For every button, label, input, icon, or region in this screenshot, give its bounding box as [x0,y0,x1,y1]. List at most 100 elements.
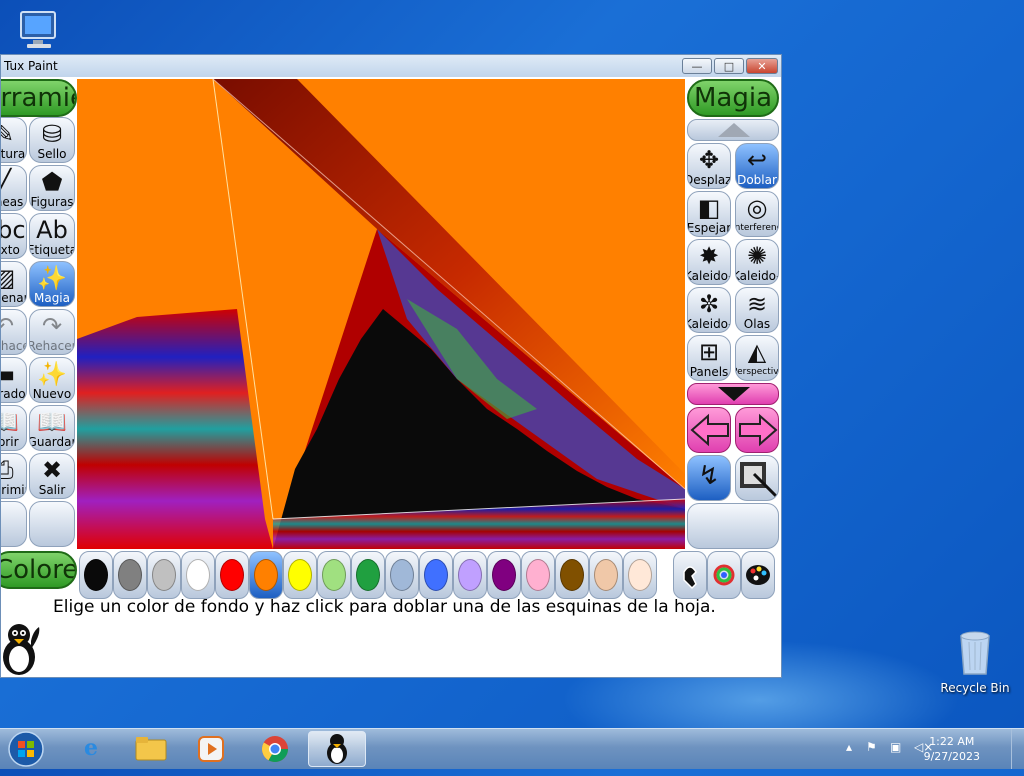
color-swatch[interactable] [589,551,623,599]
color-swatch[interactable] [317,551,351,599]
tux-paint-window: Tux Paint — □ ✕ Herramientas ✎Pintura⛁Se… [0,54,782,678]
magic-mirror-button[interactable]: ◧ Espejar [687,191,731,237]
color-swatch[interactable] [555,551,589,599]
waves-icon: ≋ [746,290,768,318]
color-dot [220,559,244,591]
taskbar-file-explorer[interactable] [122,731,180,767]
paint-palette-icon [746,565,770,585]
show-desktop-button[interactable] [1011,729,1024,769]
next-page-button[interactable] [735,407,779,453]
color-dot [84,559,108,591]
tux-penguin-icon [3,624,40,675]
color-wheel-swatch[interactable] [707,551,741,599]
color-dot [492,559,516,591]
tool-open-button[interactable]: 📖Abrir [1,405,27,451]
tool-shapes-button[interactable]: ⬟ Figuras [29,165,75,211]
tool-print-button[interactable]: ⎙Imprimir [1,453,27,499]
color-swatch[interactable] [147,551,181,599]
tool-redo-button[interactable]: ↷ Rehacer [29,309,75,355]
brush-stroke-icon: ↯ [698,461,720,491]
tool-label: Imprimir [1,483,26,497]
show-hidden-icons-button[interactable]: ▴ [846,740,852,754]
magic-kaleido-4-button[interactable]: ✸Kaleido-4 [687,239,731,285]
color-swatch[interactable] [351,551,385,599]
taskbar-clock[interactable]: 1:22 AM 9/27/2023 [924,734,980,764]
tool-magic-wand-button[interactable]: ✨ Magia [29,261,75,307]
magic-kaleido-6-button[interactable]: ✺Kaleido-6 [735,239,779,285]
fold-icon: ↩ [746,146,768,174]
previous-page-button[interactable] [687,407,731,453]
magic-perspective-button[interactable]: ◭Perspectiva [735,335,779,381]
magic-label: Espejar [687,221,731,235]
tool-quit-button[interactable]: ✖ Salir [29,453,75,499]
color-swatch[interactable] [113,551,147,599]
tools-empty-slot [29,501,75,547]
close-button[interactable]: ✕ [746,58,778,74]
maximize-button[interactable]: □ [714,58,744,74]
tool-label-button[interactable]: Ab Etiqueta [29,213,75,259]
computer-desktop-icon[interactable] [14,8,64,55]
color-swatch[interactable] [487,551,521,599]
tool-new-button[interactable]: ✨ Nuevo [29,357,75,403]
color-swatch[interactable] [453,551,487,599]
taskbar-internet-explorer[interactable]: e [62,731,120,767]
minimize-button[interactable]: — [682,58,712,74]
color-swatch[interactable] [215,551,249,599]
color-picker-swatch[interactable] [673,551,707,599]
tool-lines-button[interactable]: ╱Líneas [1,165,27,211]
tool-text-button[interactable]: abcTexto [1,213,27,259]
magic-interference-button[interactable]: ◎Interferencias [735,191,779,237]
tool-stamp-button[interactable]: ⛁ Sello [29,117,75,163]
magic-kaleido-8-button[interactable]: ✼Kaleido-8 [687,287,731,333]
color-swatch[interactable] [283,551,317,599]
color-dot [458,559,482,591]
magic-panels-button[interactable]: ⊞ Panels [687,335,731,381]
color-dot [356,559,380,591]
tux-paint-taskbar-icon [327,734,347,764]
tool-fill-button[interactable]: ▨Rellenar [1,261,27,307]
tool-eraser-button[interactable]: ▬Borrador [1,357,27,403]
taskbar-media-player[interactable] [182,731,240,767]
tool-save-button[interactable]: 📖 Guardar [29,405,75,451]
magic-label: Interferencias [735,223,778,233]
color-swatch[interactable] [79,551,113,599]
windows-start-icon [8,731,44,767]
magic-scroll-up[interactable] [687,119,779,141]
recycle-bin-desktop-icon[interactable]: Recycle Bin [940,628,1010,695]
color-swatch[interactable] [181,551,215,599]
start-button[interactable] [6,730,46,768]
taskbar-tux-paint[interactable] [308,731,366,767]
recycle-bin-icon [960,631,990,675]
tool-label: Rellenar [1,291,27,305]
window-title-bar[interactable]: Tux Paint — □ ✕ [1,55,781,77]
canvas-artwork [77,79,685,549]
drawing-canvas[interactable] [77,79,685,549]
paint-mode-button[interactable]: ↯ [687,455,731,501]
magic-waves-button[interactable]: ≋ Olas [735,287,779,333]
taskbar-chrome[interactable] [246,731,304,767]
magic-scroll-down[interactable] [687,383,779,405]
tool-label: Salir [38,483,66,497]
action-center-tray[interactable]: ⚑ [866,740,877,754]
tool-undo-button[interactable]: ↶Deshacer [1,309,27,355]
color-swatch[interactable] [385,551,419,599]
color-swatch[interactable] [623,551,657,599]
color-swatch[interactable] [521,551,555,599]
magic-label: Desplazar [687,173,731,187]
fullscreen-mode-button[interactable] [735,455,779,501]
magic-shift-button[interactable]: ✥Desplazar [687,143,731,189]
palette-swatch[interactable] [741,551,775,599]
paint-brush-icon: ✎ [1,120,26,148]
magic-label: Perspectiva [736,367,779,377]
magic-label: Panels [689,365,729,379]
redo-icon: ↷ [41,312,63,340]
color-swatch[interactable] [419,551,453,599]
magic-fold-button[interactable]: ↩ Doblar [735,143,779,189]
color-swatch[interactable] [249,551,283,599]
tool-paint-brush-button[interactable]: ✎Pintura [1,117,27,163]
tool-label: Figuras [30,195,74,209]
network-tray[interactable]: ▣ [890,740,901,754]
tool-label: Sello [37,147,67,161]
chevron-up-icon: ▴ [846,740,853,754]
kaleido-8-icon: ✼ [698,290,720,318]
